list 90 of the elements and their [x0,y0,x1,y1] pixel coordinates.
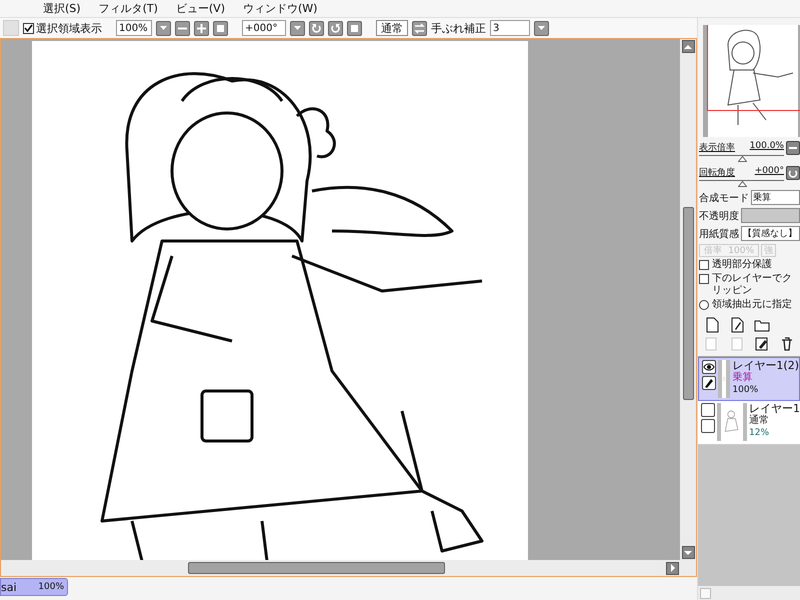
reset-zoom-icon [215,22,226,34]
stabilizer-label: 手ぶれ補正 [431,20,486,36]
scale-value: 100% [727,244,755,257]
visibility-toggle[interactable] [701,403,715,417]
menu-item[interactable]: フィルタ(T) [98,1,159,16]
document-name: sai [1,580,17,594]
caret-icon [293,25,302,31]
layer-opacity: 12% [749,427,770,439]
check-icon [24,24,33,32]
menu-item[interactable]: ビュー(V) [174,1,226,16]
slider-thumb[interactable] [738,156,746,162]
eraser-icon[interactable] [754,336,770,352]
flip-button[interactable] [412,20,427,36]
flip-icon [414,22,425,34]
scroll-right-button[interactable] [666,562,679,574]
rotate-left-button[interactable] [309,20,324,36]
slider-thumb[interactable] [738,181,746,187]
rotation-field[interactable]: +000° [242,20,286,36]
arrow-right-icon [670,564,676,572]
dropdown-button[interactable] [290,20,305,36]
scrollbar-thumb[interactable] [682,207,694,400]
radio-button[interactable] [699,300,709,310]
rotate-left-icon [311,22,322,34]
layer-opacity: 100% [732,384,760,396]
selection-checkbox[interactable] [23,22,34,34]
paper-texture-label: 用紙質感 [699,228,739,240]
arrow-up-icon [684,44,692,50]
caret-icon [159,25,168,31]
new-vector-layer-icon[interactable] [729,317,745,333]
option-label: 透明部分保護 [712,259,772,271]
checkbox[interactable] [699,274,709,284]
new-layer-icon[interactable] [704,317,720,333]
layer-item[interactable]: レイヤー1 通常 12% [698,401,800,445]
zoom-in-button[interactable] [194,20,209,36]
pen-icon [703,377,715,389]
zoom-in-icon [196,22,207,34]
document-zoom: 100% [38,582,64,592]
stabilizer-field[interactable]: 3 [490,20,530,36]
caret-icon [537,25,546,31]
eye-icon [703,362,715,372]
scroll-up-button[interactable] [682,40,694,53]
layer-item[interactable]: レイヤー1(2) 乗算 100% [698,357,800,401]
rotate-value: +000° [754,166,784,178]
zoom-slider[interactable] [699,155,784,162]
scale-label: 倍率 [703,244,723,257]
horizontal-scrollbar[interactable] [698,586,800,600]
blend-mode: 通常 [749,415,770,427]
blend-mode-label: 合成モード [699,192,749,204]
selection-label: 選択領域表示 [36,20,102,36]
visibility-toggle[interactable] [702,360,716,374]
zoom-out-button[interactable] [175,20,190,36]
scrollbar-thumb[interactable] [188,562,445,574]
rotate-icon [788,168,798,178]
menu-item[interactable]: 選択(S) [42,1,82,16]
reset-rotation-button[interactable] [786,166,800,180]
opacity-slider[interactable] [741,208,800,223]
zoom-out-button[interactable] [786,141,800,155]
document-tab[interactable]: sai 100% [0,578,68,596]
rotate-right-icon [330,22,341,34]
layer-name: レイヤー1 [749,403,800,415]
edit-toggle[interactable] [701,419,715,433]
edit-toggle[interactable] [702,376,716,390]
dropdown-button[interactable] [156,20,171,36]
dropdown-button[interactable] [534,20,549,36]
zoom-field[interactable]: 100% [116,20,152,36]
blend-mode: 乗算 [732,372,754,384]
zoom-value: 100.0% [750,141,784,153]
zoom-label: 表示倍率 [699,142,735,154]
option-label: 下のレイヤーでクリッピン [712,273,793,297]
reset-rotation-icon [349,22,360,34]
rotate-slider[interactable] [699,180,784,187]
arrow-down-icon [684,550,692,556]
option-label: 領域抽出元に指定 [712,299,792,311]
vertical-scrollbar[interactable] [680,39,696,560]
opacity-label: 不透明度 [699,210,739,222]
horizontal-scrollbar[interactable] [1,560,680,576]
layer-thumbnail [717,403,747,441]
menu-item[interactable]: ウィンドウ(W) [242,1,318,16]
reset-rotation-button[interactable] [347,20,362,36]
reset-zoom-button[interactable] [213,20,228,36]
checkbox[interactable] [699,260,709,270]
trash-icon[interactable] [779,336,795,352]
blend-button[interactable]: 通常 [376,20,408,36]
layer-thumbnail [718,360,730,398]
blend-mode-field[interactable]: 乗算 [751,190,800,205]
paper-texture-field[interactable]: 【質感なし】 [741,226,800,241]
rotate-label: 回転角度 [699,166,735,179]
rotate-right-button[interactable] [328,20,343,36]
layer-name: レイヤー1(2) [732,360,799,372]
scroll-down-button[interactable] [682,546,694,559]
